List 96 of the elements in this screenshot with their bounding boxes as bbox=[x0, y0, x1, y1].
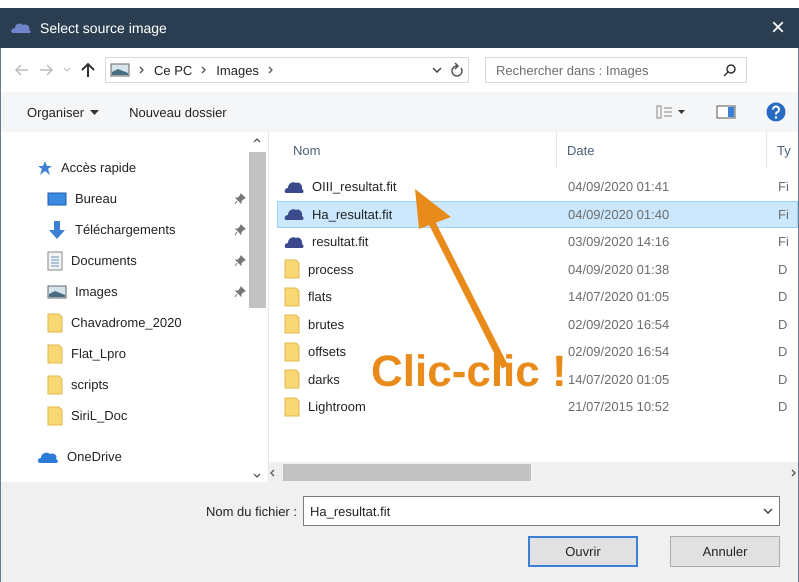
sidebar-item[interactable]: Chavadrome_2020 bbox=[71, 315, 246, 330]
sidebar-item[interactable]: scripts bbox=[71, 377, 246, 392]
file-type: D bbox=[778, 316, 788, 332]
file-date: 04/09/2020 01:41 bbox=[568, 179, 670, 194]
selected-row[interactable]: Ha_resultat.fit 04/09/2020 01:40 Fi bbox=[277, 200, 798, 228]
sidebar-item[interactable]: Téléchargements bbox=[75, 222, 226, 237]
file-name: flats bbox=[308, 289, 332, 304]
sidebar-item[interactable]: Documents bbox=[71, 253, 226, 268]
cloud-icon bbox=[284, 207, 304, 222]
monitor-icon bbox=[47, 190, 67, 206]
chevron-left-icon[interactable] bbox=[269, 469, 277, 477]
file-date: 04/09/2020 01:38 bbox=[568, 262, 670, 277]
file-name: brutes bbox=[308, 316, 344, 332]
sidebar-item[interactable]: Bureau bbox=[75, 191, 226, 206]
folder-icon bbox=[47, 344, 63, 364]
file-date: 14/07/2020 01:05 bbox=[568, 372, 670, 387]
new-folder-button[interactable]: Nouveau dossier bbox=[129, 104, 227, 120]
file-date: 03/09/2020 14:16 bbox=[568, 234, 670, 250]
file-type: D bbox=[778, 344, 788, 360]
annotation-text: Clic-clic ! bbox=[371, 347, 567, 397]
file-type: Fi bbox=[778, 206, 789, 222]
close-button[interactable]: × bbox=[766, 14, 789, 42]
cloud-icon bbox=[10, 21, 32, 35]
refresh-icon[interactable] bbox=[450, 62, 464, 78]
pin-icon bbox=[234, 192, 246, 204]
file-name: darks bbox=[308, 372, 340, 387]
column-header[interactable]: Nom bbox=[269, 132, 557, 168]
file-type: Fi bbox=[778, 234, 789, 250]
image-icon bbox=[110, 63, 130, 77]
sidebar-item[interactable]: OneDrive bbox=[67, 449, 246, 464]
sidebar-item[interactable]: Accès rapide bbox=[61, 160, 246, 175]
star-icon bbox=[37, 160, 53, 176]
address-field[interactable]: Ce PC Images bbox=[105, 57, 469, 83]
search-field[interactable]: Rechercher dans : Images bbox=[485, 57, 747, 83]
file-name: OIII_resultat.fit bbox=[312, 179, 397, 194]
file-type: D bbox=[778, 289, 788, 304]
sidebar-item[interactable]: SiriL_Doc bbox=[71, 408, 246, 423]
file-date: 04/09/2020 01:40 bbox=[568, 206, 670, 222]
filename-label: Nom du fichier : bbox=[206, 504, 297, 518]
dialog-button[interactable]: Annuler bbox=[670, 536, 780, 567]
file-name: resultat.fit bbox=[312, 234, 368, 250]
document-icon bbox=[47, 250, 63, 270]
cloud-icon bbox=[284, 180, 304, 194]
file-date: 21/07/2015 10:52 bbox=[568, 399, 670, 414]
file-date: 02/09/2020 16:54 bbox=[568, 316, 670, 332]
cloud-icon bbox=[37, 450, 59, 464]
chevron-down-icon[interactable] bbox=[763, 508, 773, 514]
sidebar-item[interactable]: Flat_Lpro bbox=[71, 346, 246, 361]
folder-icon bbox=[284, 314, 300, 334]
file-name: Lightroom bbox=[308, 399, 366, 414]
pin-icon bbox=[234, 254, 246, 266]
file-type: Fi bbox=[778, 179, 789, 194]
chevron-right-icon[interactable] bbox=[200, 66, 208, 74]
file-date: 14/07/2020 01:05 bbox=[568, 289, 670, 304]
pin-icon bbox=[234, 286, 246, 298]
chevron-right-icon[interactable] bbox=[138, 66, 146, 74]
help-icon[interactable] bbox=[766, 102, 786, 122]
sidebar-item[interactable]: Images bbox=[75, 284, 226, 299]
cloud-icon bbox=[284, 234, 304, 249]
file-type: D bbox=[778, 262, 788, 277]
folder-icon bbox=[284, 286, 300, 307]
folder-icon bbox=[284, 396, 300, 417]
folder-icon bbox=[284, 259, 300, 280]
breadcrumb[interactable]: Ce PC bbox=[154, 62, 192, 78]
file-name: process bbox=[308, 262, 354, 277]
image-icon bbox=[47, 284, 67, 300]
folder-icon bbox=[47, 312, 63, 332]
file-type: D bbox=[778, 399, 788, 414]
chevron-right-icon[interactable] bbox=[266, 66, 275, 74]
file-name: offsets bbox=[308, 344, 346, 360]
chevron-down-icon[interactable] bbox=[253, 471, 261, 479]
column-header[interactable]: Ty bbox=[767, 132, 798, 168]
down-arrow-icon bbox=[47, 220, 67, 240]
folder-icon bbox=[284, 342, 300, 362]
up-arrow-icon[interactable] bbox=[81, 62, 95, 78]
folder-icon bbox=[47, 374, 63, 394]
file-type: D bbox=[778, 372, 788, 387]
filename-field[interactable]: Ha_resultat.fit bbox=[303, 496, 780, 526]
folder-icon bbox=[284, 369, 300, 390]
pin-icon bbox=[234, 224, 246, 236]
file-date: 02/09/2020 16:54 bbox=[568, 344, 670, 360]
column-header[interactable]: Date bbox=[557, 132, 767, 168]
window-title: Select source image bbox=[40, 20, 168, 36]
chevron-down-icon[interactable] bbox=[432, 67, 442, 73]
view-list-icon[interactable] bbox=[656, 105, 686, 119]
preview-pane-icon[interactable] bbox=[716, 105, 736, 119]
search-icon[interactable] bbox=[723, 63, 737, 77]
dialog-button[interactable]: Ouvrir bbox=[528, 536, 638, 567]
file-name: Ha_resultat.fit bbox=[312, 206, 392, 222]
organize-menu[interactable]: Organiser bbox=[27, 104, 100, 120]
breadcrumb[interactable]: Images bbox=[216, 62, 259, 78]
folder-icon bbox=[47, 406, 63, 426]
caret-icon bbox=[90, 110, 100, 114]
chevron-up-icon[interactable] bbox=[253, 137, 261, 145]
scrollbar[interactable] bbox=[269, 462, 798, 482]
chevron-right-icon[interactable] bbox=[790, 469, 798, 477]
